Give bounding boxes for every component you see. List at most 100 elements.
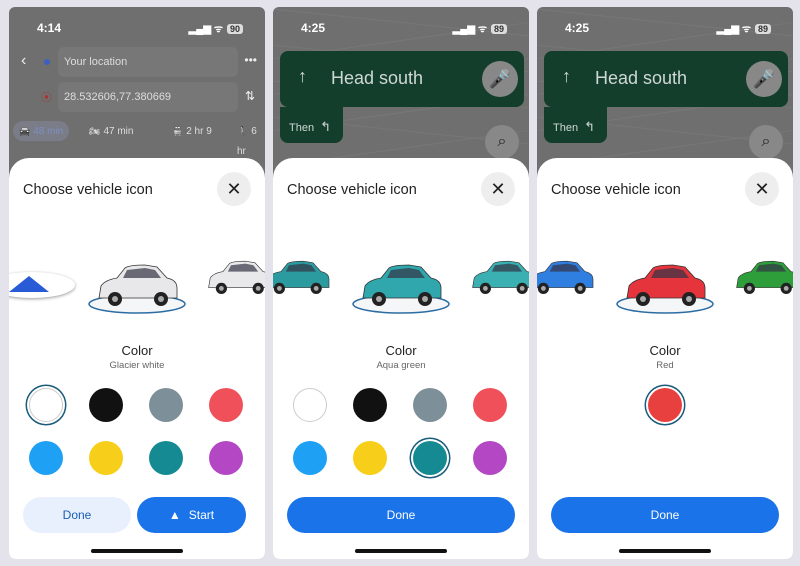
vehicle-option-selected[interactable] bbox=[87, 256, 187, 321]
color-swatch[interactable] bbox=[648, 388, 682, 422]
then-label: Then bbox=[289, 122, 315, 134]
color-swatch[interactable] bbox=[29, 441, 63, 475]
vehicle-option[interactable] bbox=[463, 248, 529, 313]
signal-wifi-icon: ▂▄▆ ᯤ bbox=[716, 24, 751, 35]
vehicle-carousel[interactable] bbox=[273, 248, 529, 318]
status-icons: ▂▄▆ ᯤ 90 bbox=[189, 21, 243, 35]
vehicle-option[interactable] bbox=[199, 248, 265, 313]
travel-mode-2[interactable]: 🏍 47 min bbox=[83, 121, 139, 141]
vehicle-option-arrow[interactable] bbox=[9, 272, 75, 298]
travel-mode-time: 47 min bbox=[103, 126, 134, 137]
travel-mode-1[interactable]: 🚘 48 min bbox=[13, 121, 70, 141]
nav-instruction: Head south bbox=[331, 68, 424, 88]
more-icon[interactable]: ••• bbox=[244, 53, 257, 67]
back-icon[interactable]: ‹ bbox=[21, 52, 26, 70]
close-button[interactable]: ✕ bbox=[481, 172, 515, 206]
start-label: Start bbox=[188, 508, 215, 522]
vehicle-option-selected[interactable] bbox=[351, 256, 451, 321]
walk-icon: 🚶 bbox=[237, 126, 249, 136]
status-bar: 4:14 ▂▄▆ ᯤ 90 bbox=[9, 21, 265, 37]
turn-left-icon: ↰ bbox=[320, 119, 331, 134]
done-button[interactable]: Done bbox=[23, 497, 131, 533]
microphone-button[interactable]: 🎤 bbox=[482, 61, 518, 97]
color-swatch[interactable] bbox=[89, 388, 123, 422]
color-swatch[interactable] bbox=[29, 388, 63, 422]
status-bar: 4:25 ▂▄▆ ᯤ 89 bbox=[273, 21, 529, 37]
phone-screen-3: 4:25 ▂▄▆ ᯤ 89 ↑ Head south 🎤 Then ↰ ⌕ Choose vehi… bbox=[537, 7, 793, 559]
battery-level: 90 bbox=[226, 24, 243, 34]
start-button[interactable]: ▲ Start bbox=[137, 497, 246, 533]
vehicle-option[interactable] bbox=[727, 248, 793, 313]
navigation-arrow-icon: ▲ bbox=[168, 508, 181, 522]
color-name: Aqua green bbox=[376, 360, 426, 371]
vehicle-option[interactable] bbox=[537, 248, 601, 313]
color-swatch[interactable] bbox=[413, 441, 447, 475]
travel-mode-time: 48 min bbox=[33, 126, 64, 137]
color-swatch[interactable] bbox=[89, 441, 123, 475]
search-button[interactable]: ⌕ bbox=[485, 125, 519, 159]
vehicle-option-selected[interactable] bbox=[615, 256, 715, 321]
color-swatch[interactable] bbox=[209, 388, 243, 422]
color-swatch[interactable] bbox=[149, 388, 183, 422]
color-label: Color bbox=[385, 343, 417, 358]
microphone-button[interactable]: 🎤 bbox=[746, 61, 782, 97]
home-indicator bbox=[619, 549, 711, 553]
color-name: Red bbox=[656, 360, 674, 371]
travel-mode-time: 2 hr 9 bbox=[186, 126, 212, 137]
vehicle-icon-sheet: Choose vehicle icon ✕ Color Red Done bbox=[537, 158, 793, 559]
signal-wifi-icon: ▂▄▆ ᯤ bbox=[188, 24, 223, 35]
phone-screen-1: 4:14 ▂▄▆ ᯤ 90 ‹ Your location ••• ⦿ 28.532606,7… bbox=[9, 7, 265, 559]
straight-arrow-icon: ↑ bbox=[562, 66, 571, 86]
color-swatch[interactable] bbox=[353, 441, 387, 475]
navigation-banner: ↑ Head south 🎤 bbox=[544, 51, 788, 107]
origin-input[interactable]: Your location bbox=[58, 47, 238, 77]
car-icon: 🚘 bbox=[19, 126, 31, 136]
close-button[interactable]: ✕ bbox=[745, 172, 779, 206]
color-label: Color bbox=[649, 343, 681, 358]
search-button[interactable]: ⌕ bbox=[749, 125, 783, 159]
vehicle-icon-sheet: Choose vehicle icon ✕ Color Aqua green Done bbox=[273, 158, 529, 559]
then-turn-hint: Then ↰ bbox=[280, 107, 343, 143]
travel-mode-3[interactable]: 🚆 2 hr 9 bbox=[166, 121, 218, 141]
status-bar: 4:25 ▂▄▆ ᯤ 89 bbox=[537, 21, 793, 37]
destination-pin-icon: ⦿ bbox=[41, 92, 52, 104]
vehicle-icon-sheet: Choose vehicle icon ✕ Color Glacier white D… bbox=[9, 158, 265, 559]
status-time: 4:25 bbox=[565, 21, 590, 35]
sheet-title: Choose vehicle icon bbox=[551, 182, 681, 198]
vehicle-carousel[interactable] bbox=[537, 248, 793, 318]
transit-icon: 🚆 bbox=[172, 126, 184, 136]
nav-instruction: Head south bbox=[595, 68, 688, 88]
color-swatch[interactable] bbox=[473, 388, 507, 422]
color-swatch[interactable] bbox=[209, 441, 243, 475]
swap-icon[interactable]: ⇅ bbox=[245, 89, 255, 103]
motorcycle-icon: 🏍 bbox=[89, 126, 101, 136]
status-time: 4:14 bbox=[37, 21, 62, 35]
color-swatch[interactable] bbox=[413, 388, 447, 422]
destination-input[interactable]: 28.532606,77.380669 bbox=[58, 82, 238, 112]
color-name: Glacier white bbox=[109, 360, 165, 371]
vehicle-option[interactable] bbox=[273, 248, 337, 313]
color-swatch[interactable] bbox=[473, 441, 507, 475]
battery-level: 89 bbox=[490, 24, 507, 34]
color-swatch[interactable] bbox=[293, 441, 327, 475]
sheet-title: Choose vehicle icon bbox=[287, 182, 417, 198]
travel-mode-4[interactable]: 🚶 6 hr bbox=[231, 121, 265, 157]
home-indicator bbox=[91, 549, 183, 553]
color-swatch[interactable] bbox=[293, 388, 327, 422]
done-button[interactable]: Done bbox=[551, 497, 779, 533]
then-turn-hint: Then ↰ bbox=[544, 107, 607, 143]
then-label: Then bbox=[553, 122, 579, 134]
phone-screen-2: 4:25 ▂▄▆ ᯤ 89 ↑ Head south 🎤 Then ↰ ⌕ Choose vehi… bbox=[273, 7, 529, 559]
vehicle-carousel[interactable] bbox=[9, 248, 265, 318]
origin-dot-icon bbox=[44, 59, 50, 65]
color-swatch[interactable] bbox=[149, 441, 183, 475]
signal-wifi-icon: ▂▄▆ ᯤ bbox=[452, 24, 487, 35]
done-button[interactable]: Done bbox=[287, 497, 515, 533]
status-icons: ▂▄▆ ᯤ 89 bbox=[717, 21, 771, 35]
turn-left-icon: ↰ bbox=[584, 119, 595, 134]
close-button[interactable]: ✕ bbox=[217, 172, 251, 206]
battery-level: 89 bbox=[754, 24, 771, 34]
home-indicator bbox=[355, 549, 447, 553]
color-swatch[interactable] bbox=[353, 388, 387, 422]
navigation-banner: ↑ Head south 🎤 bbox=[280, 51, 524, 107]
